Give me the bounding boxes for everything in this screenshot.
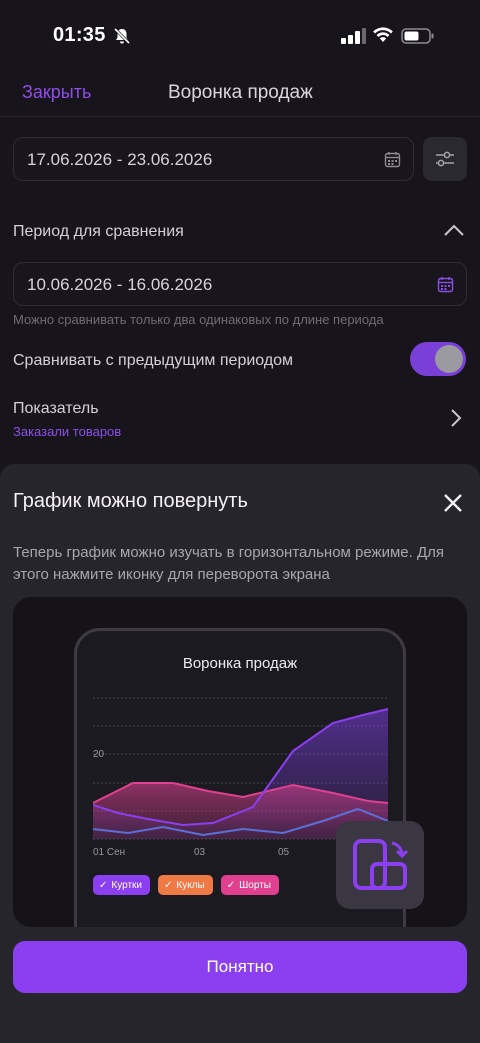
legend-label: Куртки (111, 879, 142, 891)
legend-chip-dolls: ✓ Куклы (158, 875, 213, 895)
check-icon: ✓ (99, 879, 108, 891)
metric-label: Показатель (13, 400, 99, 417)
check-icon: ✓ (226, 879, 236, 891)
legend-label: Шорты (239, 879, 271, 891)
close-icon[interactable] (442, 492, 464, 514)
sheet-description: Теперь график можно изучать в горизонтал… (13, 544, 444, 583)
toggle-knob (435, 345, 463, 373)
date-range-field[interactable]: 17.06.2026 - 23.06.2026 (13, 137, 414, 181)
date-range-value: 17.06.2026 - 23.06.2026 (27, 150, 213, 169)
metric-value[interactable]: Заказали товаров (13, 424, 121, 439)
status-time: 01:35 (53, 24, 106, 46)
comparison-date-value: 10.06.2026 - 16.06.2026 (27, 275, 213, 294)
chevron-right-icon[interactable] (449, 408, 463, 428)
x-tick-label: 01 Сен (93, 847, 125, 858)
legend-chip-jackets: ✓ Куртки (93, 875, 150, 895)
confirm-button[interactable]: Понятно (13, 941, 467, 993)
sheet-title: График можно повернуть (13, 490, 248, 512)
legend-chip-shorts: ✓ Шорты (220, 875, 279, 895)
header-divider (0, 116, 480, 117)
rotate-screen-tile (336, 821, 424, 909)
chevron-up-icon[interactable] (443, 222, 465, 238)
comparison-hint: Можно сравнивать только два одинаковых п… (13, 312, 384, 327)
rotate-hint-sheet: График можно повернуть Теперь график мож… (0, 464, 480, 1043)
status-bar: 01:35 (0, 0, 480, 70)
legend-label: Куклы (176, 879, 205, 891)
comparison-date-field[interactable]: 10.06.2026 - 16.06.2026 (13, 262, 467, 306)
comparison-label: Период для сравнения (13, 223, 184, 240)
calendar-icon (437, 277, 454, 293)
filter-settings-button[interactable] (423, 137, 467, 181)
cellular-signal-icon (341, 28, 366, 44)
x-tick-label: 05 (278, 847, 290, 858)
sliders-icon (436, 151, 454, 167)
x-tick-label: 03 (194, 847, 206, 858)
close-button[interactable]: Закрыть (22, 82, 91, 103)
preview-chart-title: Воронка продаж (182, 655, 298, 672)
wifi-icon (373, 27, 393, 42)
calendar-icon (384, 152, 401, 168)
rotate-screen-icon (353, 839, 409, 890)
preview-legend: ✓ Куртки ✓ Куклы ✓ Шорты (93, 875, 279, 895)
page-title: Воронка продаж (168, 82, 313, 103)
compare-toggle[interactable] (410, 342, 466, 376)
y-tick-label: 20 (93, 749, 105, 760)
battery-icon (401, 28, 434, 44)
rotate-preview-illustration: Воронка продаж 20 01 Сен 03 05 ✓ Куртки … (13, 597, 467, 927)
bell-muted-icon (113, 27, 131, 45)
check-icon: ✓ (164, 879, 173, 891)
compare-toggle-label: Сравнивать с предыдущим периодом (13, 352, 294, 369)
